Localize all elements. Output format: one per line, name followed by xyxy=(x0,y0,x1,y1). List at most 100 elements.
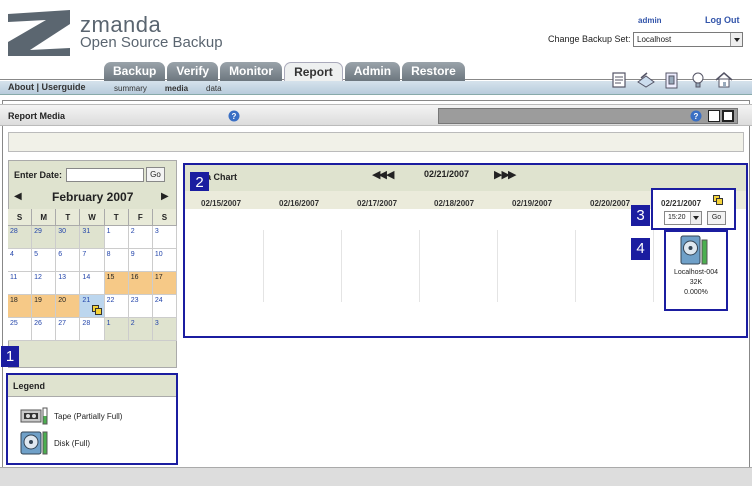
about-userguide-links[interactable]: About | Userguide xyxy=(8,82,86,92)
tab-report[interactable]: Report xyxy=(284,62,343,81)
calendar-day-number: 22 xyxy=(106,297,115,304)
calendar-day-number: 7 xyxy=(82,251,87,258)
user-name-link[interactable]: admin xyxy=(638,16,662,25)
calendar-day[interactable]: 25 xyxy=(8,318,33,341)
backup-icon[interactable] xyxy=(636,70,656,90)
calendar-day[interactable]: 12 xyxy=(32,272,57,295)
day-divider xyxy=(419,230,420,302)
calendar-day-number: 30 xyxy=(58,228,67,235)
date-input[interactable] xyxy=(66,168,144,182)
subtab-summary[interactable]: summary xyxy=(114,84,147,93)
media-name: Localhost-004 xyxy=(674,269,718,276)
prev-month-arrow-icon[interactable]: ◀ xyxy=(14,191,22,202)
chart-nav-date: 02/21/2007 xyxy=(424,169,470,179)
calendar-day-number: 3 xyxy=(154,320,159,327)
calendar-day[interactable]: 4 xyxy=(8,249,33,272)
day-column-label: 02/19/2007 xyxy=(512,199,553,208)
main-tabs: Backup Verify Monitor Report Admin Resto… xyxy=(104,62,465,81)
calendar-day[interactable]: 19 xyxy=(32,295,57,318)
selected-day-label: 02/21/2007 xyxy=(661,199,702,208)
disk-icon[interactable] xyxy=(680,234,708,268)
calendar-day-number: 16 xyxy=(130,274,139,281)
calendar-day[interactable]: 22 xyxy=(104,295,129,318)
day-divider xyxy=(575,230,576,302)
subtab-data[interactable]: data xyxy=(206,84,222,93)
calendar-day[interactable]: 29 xyxy=(32,226,57,249)
calendar-day[interactable]: 28 xyxy=(80,318,105,341)
calendar-day-number: 24 xyxy=(154,297,163,304)
logout-link[interactable]: Log Out xyxy=(705,15,740,25)
home-icon[interactable] xyxy=(714,70,734,90)
disk-icon xyxy=(20,431,48,455)
calendar-day[interactable]: 9 xyxy=(128,249,153,272)
chevron-down-icon xyxy=(690,212,701,224)
maximize-window-icon[interactable] xyxy=(722,110,734,122)
time-go-button[interactable]: Go xyxy=(707,211,726,225)
calendar-day-number: 2 xyxy=(130,228,135,235)
date-go-button[interactable]: Go xyxy=(146,167,165,182)
calendar-day-number: 3 xyxy=(154,228,159,235)
reports-icon[interactable] xyxy=(610,70,630,90)
calendar-day[interactable]: 17 xyxy=(152,272,177,295)
copy-icon[interactable] xyxy=(713,195,723,207)
calendar-day[interactable]: 8 xyxy=(104,249,129,272)
calendar-day-number: 23 xyxy=(130,297,139,304)
calendar-day[interactable]: 11 xyxy=(8,272,33,295)
restore-window-icon[interactable] xyxy=(708,110,720,122)
calendar-day[interactable]: 16 xyxy=(128,272,153,295)
calendar-day[interactable]: 23 xyxy=(128,295,153,318)
calendar-day[interactable]: 26 xyxy=(32,318,57,341)
tab-backup[interactable]: Backup xyxy=(104,62,166,81)
calendar-day[interactable]: 30 xyxy=(56,226,81,249)
calendar-day[interactable]: 13 xyxy=(56,272,81,295)
calendar-day[interactable]: 24 xyxy=(152,295,177,318)
calendar-day[interactable]: 6 xyxy=(56,249,81,272)
calendar-day-number: 1 xyxy=(106,228,111,235)
weekday-header: S xyxy=(152,209,177,226)
time-select[interactable]: 15:20 xyxy=(664,211,702,225)
tab-restore[interactable]: Restore xyxy=(402,62,465,81)
tab-verify[interactable]: Verify xyxy=(167,62,219,81)
next-month-arrow-icon[interactable]: ▶ xyxy=(161,191,169,202)
calendar-day[interactable]: 3 xyxy=(152,226,177,249)
weekday-header: W xyxy=(80,209,105,226)
calendar-day[interactable]: 7 xyxy=(80,249,105,272)
calendar-day[interactable]: 27 xyxy=(56,318,81,341)
calendar-day[interactable]: 31 xyxy=(80,226,105,249)
calendar-day[interactable]: 21 xyxy=(80,295,105,318)
folder-icon[interactable] xyxy=(662,70,682,90)
calendar-day-number: 14 xyxy=(82,274,91,281)
prev-date-arrows-icon[interactable]: ◀◀ ◀ xyxy=(372,168,394,181)
copy-icon xyxy=(92,305,103,317)
tab-monitor[interactable]: Monitor xyxy=(220,62,283,81)
calendar-day[interactable]: 15 xyxy=(104,272,129,295)
calendar-day[interactable]: 10 xyxy=(152,249,177,272)
calendar-day[interactable]: 20 xyxy=(56,295,81,318)
calendar-day[interactable]: 18 xyxy=(8,295,33,318)
day-column-label: 02/18/2007 xyxy=(434,199,475,208)
calendar-day-number: 15 xyxy=(106,274,115,281)
calendar-day[interactable]: 3 xyxy=(152,318,177,341)
calendar-day[interactable]: 14 xyxy=(80,272,105,295)
calendar-day[interactable]: 5 xyxy=(32,249,57,272)
backup-set-select[interactable]: Localhost xyxy=(633,32,743,47)
svg-text:?: ? xyxy=(694,112,699,121)
report-sub-tabs: summary media data xyxy=(114,84,222,93)
help-icon[interactable]: ? xyxy=(228,110,240,124)
calendar-day[interactable]: 2 xyxy=(128,226,153,249)
help-bulb-icon[interactable] xyxy=(688,70,708,90)
help-icon[interactable]: ? xyxy=(690,110,702,124)
legend-title: Legend xyxy=(8,375,176,397)
calendar-day-number: 11 xyxy=(10,274,18,281)
calendar-day[interactable]: 1 xyxy=(104,318,129,341)
subtab-media[interactable]: media xyxy=(165,84,188,93)
calendar-day-number: 2 xyxy=(130,320,135,327)
tab-admin[interactable]: Admin xyxy=(344,62,401,81)
time-value: 15:20 xyxy=(668,214,686,221)
next-date-arrows-icon[interactable]: ▶ ▶▶ xyxy=(494,168,516,181)
legend-label: Disk (Full) xyxy=(54,438,90,448)
calendar-day[interactable]: 1 xyxy=(104,226,129,249)
calendar-day[interactable]: 2 xyxy=(128,318,153,341)
calendar-day-number: 9 xyxy=(130,251,135,258)
calendar-day[interactable]: 28 xyxy=(8,226,33,249)
